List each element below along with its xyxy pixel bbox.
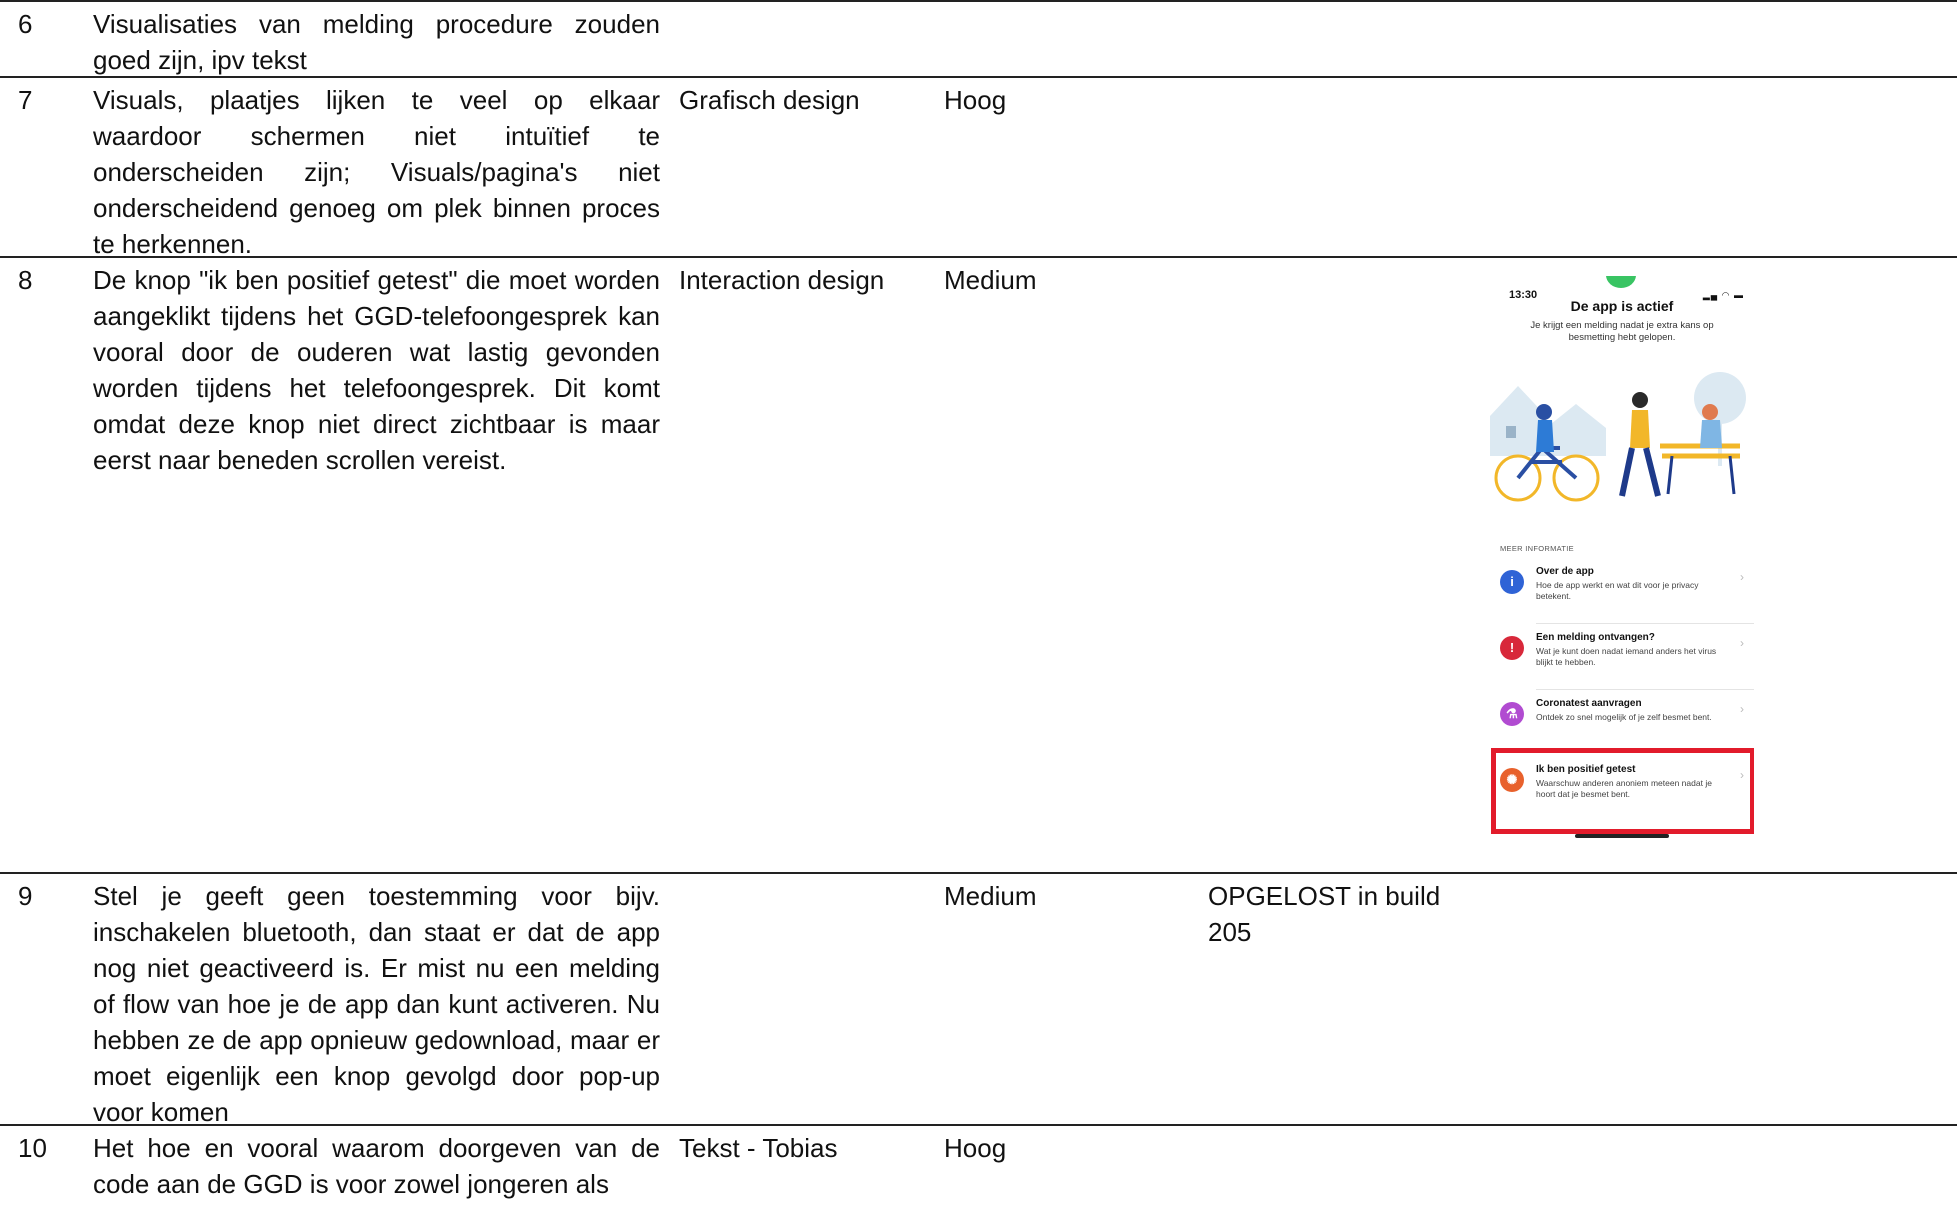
row-priority: Medium — [944, 265, 1037, 295]
row-priority: Hoog — [944, 1133, 1007, 1163]
item-description: Hoe de app werkt en wat dit voor je priv… — [1536, 580, 1699, 601]
row-category: Tekst - Tobias — [679, 1133, 838, 1163]
status-dot — [1606, 276, 1636, 288]
list-item-over-de-app[interactable]: i Over de app Hoe de app werkt en wat di… — [1490, 560, 1754, 624]
row-priority: Hoog — [944, 85, 1007, 115]
item-title: Coronatest aanvragen — [1536, 698, 1642, 709]
table-row: 7 Visuals, plaatjes lijken te veel op el… — [0, 78, 1957, 259]
row-status: OPGELOST in build 205 — [1208, 881, 1441, 947]
list-item-coronatest[interactable]: ⚗ Coronatest aanvragen Ontdek zo snel mo… — [1490, 692, 1754, 756]
alert-icon: ! — [1500, 636, 1524, 660]
highlight-box — [1491, 748, 1754, 834]
table-row: 10 Het hoe en vooral waarom doorgeven va… — [0, 1126, 1957, 1216]
test-tube-icon: ⚗ — [1500, 702, 1524, 726]
chevron-right-icon: › — [1740, 636, 1744, 650]
row-description: Visuals, plaatjes lijken te veel op elka… — [93, 85, 660, 259]
table-row: 9 Stel je geeft geen toestemming voor bi… — [0, 874, 1957, 1127]
info-icon: i — [1500, 570, 1524, 594]
row-number: 8 — [18, 265, 33, 295]
item-title: Over de app — [1536, 566, 1594, 577]
item-description: Ontdek zo snel mogelijk of je zelf besme… — [1536, 712, 1712, 722]
item-description: Wat je kunt doen nadat iemand anders het… — [1536, 646, 1717, 667]
row-number: 9 — [18, 881, 33, 911]
row-description: De knop "ik ben positief getest" die moe… — [93, 265, 660, 475]
item-title: Een melding ontvangen? — [1536, 632, 1655, 643]
row-number: 10 — [18, 1133, 47, 1163]
app-screenshot: 13:30 ▂▄ ◠ ▬ De app is actief Je krijgt … — [1490, 276, 1754, 844]
row-priority: Medium — [944, 881, 1037, 911]
row-category: Interaction design — [679, 265, 885, 295]
row-number: 6 — [18, 9, 33, 39]
section-label: MEER INFORMATIE — [1500, 544, 1574, 553]
table-row: 6 Visualisaties van melding procedure zo… — [0, 0, 1957, 78]
chevron-right-icon: › — [1740, 702, 1744, 716]
app-title: De app is actief — [1570, 298, 1674, 314]
app-subtitle: Je krijgt een melding nadat je extra kan… — [1530, 320, 1714, 343]
row-description: Het hoe en vooral waarom doorgeven van d… — [93, 1133, 660, 1199]
list-item-melding-ontvangen[interactable]: ! Een melding ontvangen? Wat je kunt doe… — [1490, 626, 1754, 690]
row-category: Grafisch design — [679, 85, 860, 115]
divider — [1536, 689, 1754, 690]
home-indicator — [1575, 834, 1669, 838]
divider — [1536, 623, 1754, 624]
row-number: 7 — [18, 85, 33, 115]
row-description: Stel je geeft geen toestemming voor bijv… — [93, 881, 660, 1127]
chevron-right-icon: › — [1740, 570, 1744, 584]
illustration — [1490, 356, 1754, 516]
row-description: Visualisaties van melding procedure zoud… — [93, 9, 660, 75]
